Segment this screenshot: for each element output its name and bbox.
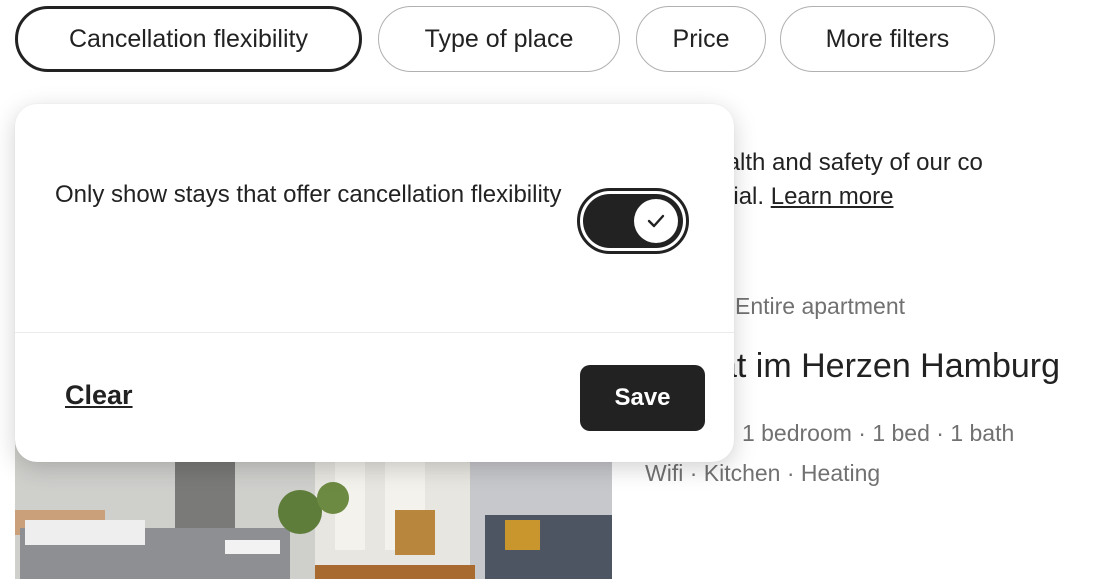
- toggle-track: [583, 194, 683, 248]
- filter-more-filters[interactable]: More filters: [780, 6, 995, 72]
- safety-notice: health and safety of our co ential. Lear…: [700, 146, 983, 214]
- cancellation-toggle[interactable]: [577, 188, 689, 254]
- filter-price[interactable]: Price: [636, 6, 766, 72]
- notice-line: health and safety of our co: [700, 149, 983, 176]
- listing-amenities: Wifi · Kitchen · Heating: [645, 460, 881, 486]
- filter-label: Type of place: [424, 24, 574, 53]
- toggle-knob: [634, 199, 678, 243]
- learn-more-link[interactable]: Learn more: [771, 183, 894, 210]
- clear-button[interactable]: Clear: [65, 380, 133, 411]
- divider: [15, 332, 734, 333]
- property-type: Entire apartment: [735, 293, 906, 319]
- listing-title[interactable]: at im Herzen Hamburg: [718, 347, 1060, 386]
- cancellation-filter-popover: Only show stays that offer cancellation …: [15, 104, 734, 462]
- checkmark-icon: [647, 214, 665, 228]
- filter-label: Price: [672, 24, 730, 53]
- cancellation-option-label: Only show stays that offer cancellation …: [55, 181, 562, 208]
- save-button[interactable]: Save: [580, 365, 705, 431]
- filter-label: Cancellation flexibility: [68, 24, 308, 53]
- filter-type-of-place[interactable]: Type of place: [378, 6, 620, 72]
- listing-details: s · 1 bedroom · 1 bed · 1 bath: [710, 420, 1015, 446]
- filter-label: More filters: [825, 24, 950, 53]
- filter-cancellation-flexibility[interactable]: Cancellation flexibility: [15, 6, 362, 72]
